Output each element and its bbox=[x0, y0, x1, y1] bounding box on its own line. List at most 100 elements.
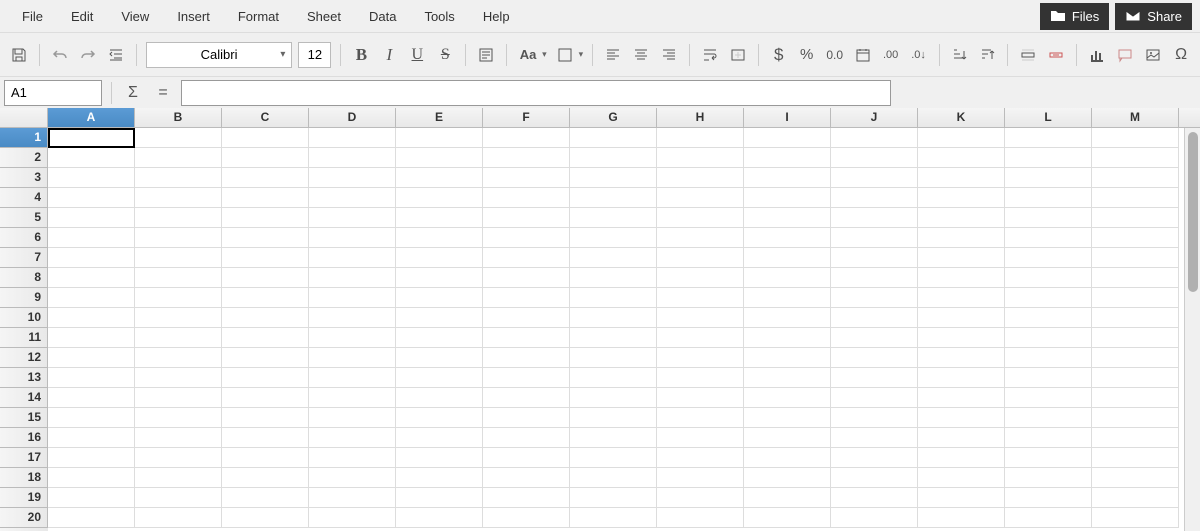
cell[interactable] bbox=[831, 388, 918, 408]
cell[interactable] bbox=[570, 388, 657, 408]
cell[interactable] bbox=[1092, 508, 1179, 528]
cell[interactable] bbox=[48, 468, 135, 488]
col-header-I[interactable]: I bbox=[744, 108, 831, 127]
cell[interactable] bbox=[744, 348, 831, 368]
function-wizard-button[interactable]: Σ bbox=[121, 81, 145, 105]
cell[interactable] bbox=[222, 308, 309, 328]
cell[interactable] bbox=[396, 148, 483, 168]
cell[interactable] bbox=[135, 248, 222, 268]
col-header-M[interactable]: M bbox=[1092, 108, 1179, 127]
cell[interactable] bbox=[483, 268, 570, 288]
row-header-14[interactable]: 14 bbox=[0, 388, 48, 408]
cell[interactable] bbox=[831, 248, 918, 268]
cell[interactable] bbox=[918, 228, 1005, 248]
cell[interactable] bbox=[222, 388, 309, 408]
cell[interactable] bbox=[48, 348, 135, 368]
cell[interactable] bbox=[1005, 368, 1092, 388]
bold-button[interactable]: B bbox=[350, 43, 372, 67]
cell[interactable] bbox=[48, 308, 135, 328]
cell[interactable] bbox=[135, 328, 222, 348]
cell[interactable] bbox=[396, 328, 483, 348]
cell[interactable] bbox=[222, 348, 309, 368]
row-header-11[interactable]: 11 bbox=[0, 328, 48, 348]
fill-color-dropdown[interactable]: ▾ bbox=[579, 49, 584, 60]
row-header-13[interactable]: 13 bbox=[0, 368, 48, 388]
cell[interactable] bbox=[657, 228, 744, 248]
cell[interactable] bbox=[570, 128, 657, 148]
cell[interactable] bbox=[222, 428, 309, 448]
cell[interactable] bbox=[483, 348, 570, 368]
cell[interactable] bbox=[831, 148, 918, 168]
cell[interactable] bbox=[135, 288, 222, 308]
cell[interactable] bbox=[1092, 168, 1179, 188]
row-header-20[interactable]: 20 bbox=[0, 508, 48, 528]
cell[interactable] bbox=[483, 308, 570, 328]
cell[interactable] bbox=[918, 208, 1005, 228]
cell[interactable] bbox=[135, 488, 222, 508]
cell[interactable] bbox=[1092, 148, 1179, 168]
cell[interactable] bbox=[831, 288, 918, 308]
cell[interactable] bbox=[1005, 488, 1092, 508]
cell[interactable] bbox=[831, 268, 918, 288]
cell[interactable] bbox=[309, 128, 396, 148]
cell[interactable] bbox=[396, 468, 483, 488]
cell[interactable] bbox=[918, 308, 1005, 328]
cell[interactable] bbox=[309, 388, 396, 408]
cell[interactable] bbox=[1005, 228, 1092, 248]
cell[interactable] bbox=[831, 488, 918, 508]
cell[interactable] bbox=[1005, 208, 1092, 228]
cell[interactable] bbox=[831, 188, 918, 208]
cells-area[interactable] bbox=[48, 128, 1200, 531]
cell[interactable] bbox=[1092, 388, 1179, 408]
cell[interactable] bbox=[1092, 128, 1179, 148]
cell[interactable] bbox=[48, 328, 135, 348]
cell[interactable] bbox=[483, 408, 570, 428]
cell[interactable] bbox=[309, 488, 396, 508]
cell[interactable] bbox=[570, 208, 657, 228]
cell[interactable] bbox=[744, 128, 831, 148]
cell[interactable] bbox=[744, 408, 831, 428]
cell[interactable] bbox=[309, 288, 396, 308]
cell[interactable] bbox=[1005, 308, 1092, 328]
cell[interactable] bbox=[222, 168, 309, 188]
cell[interactable] bbox=[1005, 248, 1092, 268]
name-box[interactable]: A1 bbox=[4, 80, 102, 106]
insert-row-button[interactable] bbox=[1017, 43, 1039, 67]
cell[interactable] bbox=[48, 388, 135, 408]
col-header-E[interactable]: E bbox=[396, 108, 483, 127]
special-char-button[interactable]: Ω bbox=[1170, 43, 1192, 67]
cell[interactable] bbox=[1092, 428, 1179, 448]
cell[interactable] bbox=[396, 208, 483, 228]
row-header-15[interactable]: 15 bbox=[0, 408, 48, 428]
cell[interactable] bbox=[657, 488, 744, 508]
col-header-B[interactable]: B bbox=[135, 108, 222, 127]
cell[interactable] bbox=[48, 488, 135, 508]
cell[interactable] bbox=[222, 148, 309, 168]
row-header-2[interactable]: 2 bbox=[0, 148, 48, 168]
cell[interactable] bbox=[918, 468, 1005, 488]
cell[interactable] bbox=[396, 288, 483, 308]
cell[interactable] bbox=[48, 428, 135, 448]
cell[interactable] bbox=[396, 228, 483, 248]
wrap-text-button[interactable] bbox=[699, 43, 721, 67]
cell[interactable] bbox=[744, 168, 831, 188]
cell[interactable] bbox=[222, 488, 309, 508]
cell[interactable] bbox=[918, 268, 1005, 288]
cell[interactable] bbox=[48, 448, 135, 468]
cell[interactable] bbox=[657, 448, 744, 468]
cell[interactable] bbox=[48, 228, 135, 248]
cell[interactable] bbox=[48, 128, 135, 148]
cell[interactable] bbox=[831, 428, 918, 448]
cell[interactable] bbox=[222, 248, 309, 268]
cell[interactable] bbox=[570, 268, 657, 288]
font-size-input[interactable]: 12 bbox=[298, 42, 331, 68]
image-button[interactable] bbox=[1142, 43, 1164, 67]
cell[interactable] bbox=[396, 488, 483, 508]
cell[interactable] bbox=[744, 368, 831, 388]
cell[interactable] bbox=[396, 508, 483, 528]
cell[interactable] bbox=[657, 468, 744, 488]
cell[interactable] bbox=[309, 468, 396, 488]
cell[interactable] bbox=[570, 288, 657, 308]
sort-asc-button[interactable] bbox=[948, 43, 970, 67]
comment-button[interactable] bbox=[1114, 43, 1136, 67]
